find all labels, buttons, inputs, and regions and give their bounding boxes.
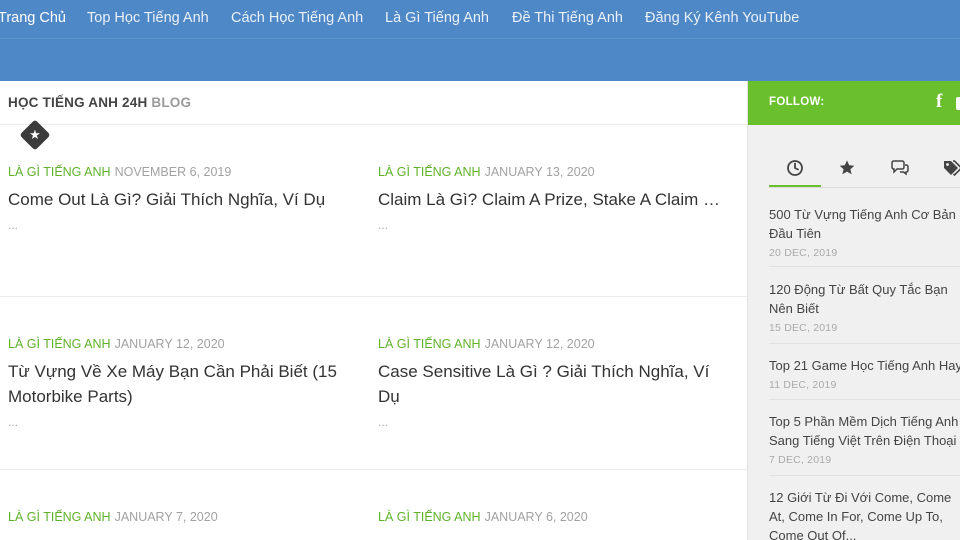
post-date: JANUARY 6, 2020	[484, 510, 588, 524]
sidebar-post-date: 11 DEC, 2019	[769, 379, 837, 391]
tab-popular[interactable]	[821, 156, 873, 188]
nav-item-de-thi-tieng-anh[interactable]: Đề Thi Tiếng Anh	[512, 10, 623, 26]
blog-title-light: BLOG	[151, 95, 192, 110]
post-category-link[interactable]: LÀ GÌ TIẾNG ANH	[8, 337, 111, 351]
blog-title-strong: HỌC TIẾNG ANH 24H	[8, 95, 148, 110]
post-title-link[interactable]: Come Out Là Gì? Giải Thích Nghĩa, Ví Dụ	[8, 187, 358, 212]
tags-icon	[944, 160, 960, 177]
nav-item-dang-ky-kenh-youtube[interactable]: Đăng Ký Kênh YouTube	[645, 10, 799, 26]
sidebar-post-title[interactable]: 120 Động Từ Bất Quy Tắc Bạn	[769, 280, 960, 299]
sidebar-post-title[interactable]: Top 21 Game Học Tiếng Anh Hay	[769, 356, 960, 375]
sidebar-post-title[interactable]: Top 5 Phần Mềm Dịch Tiếng Anh	[769, 412, 960, 431]
post-meta: LÀ GÌ TIẾNG ANH JANUARY 13, 2020	[378, 165, 728, 179]
list-divider	[769, 475, 960, 476]
sidebar-post-title[interactable]: 500 Từ Vựng Tiếng Anh Cơ Bản	[769, 205, 960, 224]
post-title-link[interactable]: Từ Vựng Về Xe Máy Bạn Cần Phải Biết (15 …	[8, 359, 358, 409]
post-card: LÀ GÌ TIẾNG ANH NOVEMBER 6, 2019 Come Out…	[8, 165, 358, 232]
sidebar-post-title[interactable]: 12 Giới Từ Đi Với Come, Come	[769, 488, 960, 507]
social-icon[interactable]	[956, 97, 960, 110]
sidebar-post-title[interactable]: Sang Tiếng Việt Trên Điện Thoại	[769, 431, 960, 450]
post-category-link[interactable]: LÀ GÌ TIẾNG ANH	[378, 510, 481, 524]
blog-header: HỌC TIẾNG ANH 24H BLOG	[0, 81, 747, 125]
post-title-link[interactable]: Case Sensitive Là Gì ? Giải Thích Nghĩa,…	[378, 359, 728, 409]
row-divider	[0, 296, 747, 297]
post-card: LÀ GÌ TIẾNG ANH JANUARY 7, 2020	[8, 510, 358, 532]
blog-title: HỌC TIẾNG ANH 24H BLOG	[8, 95, 191, 110]
list-divider	[769, 399, 960, 400]
main-content: HỌC TIẾNG ANH 24H BLOG ★ LÀ GÌ TIẾNG ANH…	[0, 81, 747, 540]
nav-item-cach-hoc-tieng-anh[interactable]: Cách Học Tiếng Anh	[231, 10, 363, 26]
star-icon	[839, 160, 855, 175]
post-category-link[interactable]: LÀ GÌ TIẾNG ANH	[8, 165, 111, 179]
post-meta: LÀ GÌ TIẾNG ANH JANUARY 12, 2020	[378, 337, 728, 351]
list-item[interactable]: 120 Động Từ Bất Quy Tắc Bạn Nên Biết 15 …	[769, 280, 960, 334]
post-date: JANUARY 7, 2020	[114, 510, 218, 524]
post-meta: LÀ GÌ TIẾNG ANH JANUARY 7, 2020	[8, 510, 358, 524]
sidebar: FOLLOW: f 500 Từ Vựng Tiếng Anh Cơ Bản Đ…	[747, 81, 960, 540]
post-card: LÀ GÌ TIẾNG ANH JANUARY 13, 2020 Claim Là…	[378, 165, 728, 232]
sidebar-post-title[interactable]: At, Come In For, Come Up To,	[769, 507, 960, 526]
list-item[interactable]: Top 21 Game Học Tiếng Anh Hay 11 DEC, 20…	[769, 356, 960, 391]
post-date: JANUARY 12, 2020	[114, 337, 225, 351]
post-excerpt: ...	[378, 415, 389, 429]
follow-bar: FOLLOW: f	[748, 81, 960, 125]
post-excerpt: ...	[8, 415, 19, 429]
list-divider	[769, 343, 960, 344]
sidebar-tabs	[769, 156, 960, 188]
post-card: LÀ GÌ TIẾNG ANH JANUARY 12, 2020 Case Sen…	[378, 337, 728, 429]
post-excerpt: ...	[8, 218, 19, 232]
post-date: JANUARY 13, 2020	[484, 165, 595, 179]
post-date: NOVEMBER 6, 2019	[114, 165, 232, 179]
nav-item-trang-chu[interactable]: Trang Chủ	[0, 10, 66, 26]
sidebar-post-date: 7 DEC, 2019	[769, 454, 832, 466]
post-title-link[interactable]: Claim Là Gì? Claim A Prize, Stake A Clai…	[378, 187, 728, 212]
row-divider	[0, 469, 747, 470]
post-meta: LÀ GÌ TIẾNG ANH JANUARY 6, 2020	[378, 510, 728, 524]
post-date: JANUARY 12, 2020	[484, 337, 595, 351]
post-category-link[interactable]: LÀ GÌ TIẾNG ANH	[8, 510, 111, 524]
sidebar-post-date: 20 DEC, 2019	[769, 247, 838, 259]
header-bar	[0, 38, 960, 81]
post-category-link[interactable]: LÀ GÌ TIẾNG ANH	[378, 337, 481, 351]
top-navigation: Trang Chủ Top Học Tiếng Anh Cách Học Tiế…	[0, 0, 960, 38]
facebook-icon[interactable]: f	[936, 91, 942, 113]
tab-tags[interactable]	[925, 156, 960, 188]
tabs-underline	[769, 187, 960, 188]
post-meta: LÀ GÌ TIẾNG ANH NOVEMBER 6, 2019	[8, 165, 358, 179]
sidebar-post-title[interactable]: Đầu Tiên	[769, 224, 960, 243]
tab-recent[interactable]	[769, 156, 821, 188]
follow-label: FOLLOW:	[769, 96, 825, 108]
clock-icon	[787, 160, 803, 176]
post-card: LÀ GÌ TIẾNG ANH JANUARY 12, 2020 Từ Vựng …	[8, 337, 358, 429]
post-meta: LÀ GÌ TIẾNG ANH JANUARY 12, 2020	[8, 337, 358, 351]
list-item[interactable]: 12 Giới Từ Đi Với Come, Come At, Come In…	[769, 488, 960, 540]
list-divider	[769, 266, 960, 267]
sidebar-post-title[interactable]: Come Out Of...	[769, 526, 960, 540]
list-item[interactable]: 500 Từ Vựng Tiếng Anh Cơ Bản Đầu Tiên 20…	[769, 205, 960, 259]
sidebar-post-title[interactable]: Nên Biết	[769, 299, 960, 318]
sidebar-post-date: 15 DEC, 2019	[769, 322, 838, 334]
post-category-link[interactable]: LÀ GÌ TIẾNG ANH	[378, 165, 481, 179]
post-excerpt: ...	[378, 218, 389, 232]
post-card: LÀ GÌ TIẾNG ANH JANUARY 6, 2020	[378, 510, 728, 532]
comments-icon	[891, 160, 909, 176]
tab-comments[interactable]	[873, 156, 925, 188]
nav-item-la-gi-tieng-anh[interactable]: Là Gì Tiếng Anh	[385, 10, 489, 26]
list-item[interactable]: Top 5 Phần Mềm Dịch Tiếng Anh Sang Tiếng…	[769, 412, 960, 466]
star-icon: ★	[29, 127, 41, 142]
nav-item-top-hoc-tieng-anh[interactable]: Top Học Tiếng Anh	[87, 10, 209, 26]
